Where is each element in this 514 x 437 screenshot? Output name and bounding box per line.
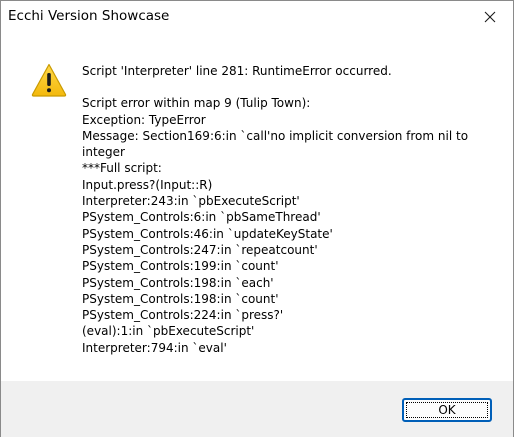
error-header: Script 'Interpreter' line 281: RuntimeEr… [82, 64, 392, 78]
button-bar: OK [1, 381, 513, 437]
message-line: Input.press?(Input::R) [82, 177, 213, 192]
message-line: PSystem_Controls:46:in `updateKeyState' [82, 226, 333, 241]
message-line: PSystem_Controls:247:in `repeatcount' [82, 242, 318, 257]
message-line: Script error within map 9 (Tulip Town): [82, 96, 311, 111]
message-line: Exception: TypeError [82, 112, 206, 127]
ok-button-label: OK [438, 403, 456, 417]
window-title: Ecchi Version Showcase [8, 8, 170, 24]
error-message: Script 'Interpreter' line 281: RuntimeEr… [82, 63, 502, 356]
warning-icon [31, 63, 67, 97]
message-line: PSystem_Controls:198:in `each' [82, 275, 274, 290]
message-line: (eval):1:in `pbExecuteScript' [82, 324, 255, 339]
message-dialog: Ecchi Version Showcase Script 'Interpret… [0, 0, 514, 437]
message-line: PSystem_Controls:198:in `count' [82, 291, 279, 306]
message-line: PSystem_Controls:224:in `press?' [82, 308, 284, 323]
message-line: PSystem_Controls:199:in `count' [82, 259, 279, 274]
dialog-content: Script 'Interpreter' line 281: RuntimeEr… [1, 33, 513, 381]
ok-button[interactable]: OK [402, 398, 492, 422]
title-bar[interactable]: Ecchi Version Showcase [1, 1, 513, 33]
message-line: Interpreter:243:in `pbExecuteScript' [82, 194, 300, 209]
close-button[interactable] [467, 1, 513, 33]
message-line: PSystem_Controls:6:in `pbSameThread' [82, 210, 321, 225]
message-line: Interpreter:794:in `eval' [82, 340, 227, 355]
close-icon [484, 11, 496, 23]
message-line: Message: Section169:6:in `call'no implic… [82, 128, 472, 160]
message-line: ***Full script: [82, 161, 162, 176]
